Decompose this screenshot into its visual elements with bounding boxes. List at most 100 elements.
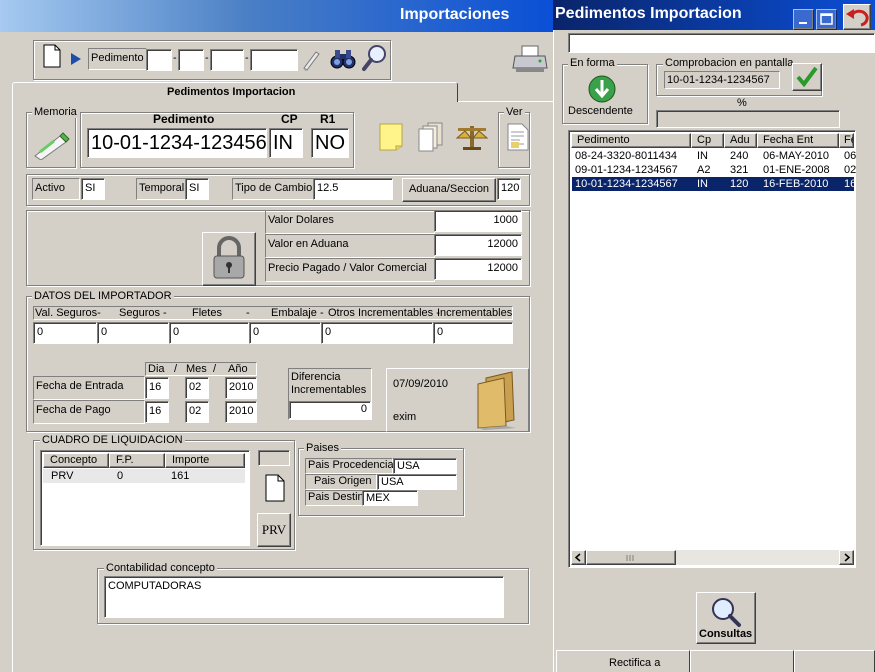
fletes-field[interactable]: 0 (169, 322, 249, 344)
list-header-label: Fe (844, 134, 853, 146)
list-cell: 16 (844, 178, 854, 190)
list-header-pedimento[interactable]: Pedimento (571, 133, 691, 148)
pais-procedencia-label: Pais Procedencia (305, 458, 394, 474)
paises-legend: Paises (304, 442, 342, 454)
descendente-label: Descendente (568, 105, 633, 117)
pais-origen-field[interactable]: USA (377, 474, 457, 490)
consultas-button[interactable]: Consultas (696, 592, 756, 644)
diferencia-field[interactable]: 0 (289, 401, 371, 419)
list-header-cp[interactable]: Cp (691, 133, 724, 148)
cp-field[interactable]: IN (269, 128, 303, 158)
report-icon[interactable] (506, 122, 530, 152)
user-display: exim (393, 411, 417, 423)
side-search-input[interactable] (568, 33, 875, 53)
padlock-icon[interactable] (202, 232, 256, 286)
scroll-right-button[interactable] (839, 550, 854, 565)
pais-procedencia-field[interactable]: USA (393, 458, 457, 474)
rectifica-tab[interactable]: Rectifica a (556, 650, 690, 672)
fecha-pago-mes[interactable]: 02 (185, 401, 209, 423)
fecha-entrada-anio[interactable]: 2010 (225, 377, 257, 399)
importador-legend: DATOS DEL IMPORTADOR (32, 290, 174, 302)
liq-header-fp[interactable]: F.P. (109, 453, 165, 468)
list-item[interactable]: 08-24-3320-8011434 IN 240 06-MAY-2010 06 (572, 149, 856, 163)
bottom-tab-3[interactable] (794, 650, 875, 672)
checkmark-button[interactable] (792, 63, 822, 91)
list-cell: 06-MAY-2010 (763, 150, 830, 162)
new-document-icon[interactable] (264, 474, 286, 502)
pais-origen-label: Pais Origen (305, 474, 377, 490)
aduana-field[interactable]: 120 (497, 178, 521, 200)
valor-dolares-field[interactable]: 1000 (434, 210, 522, 232)
list-header-label: Cp (697, 134, 712, 146)
magnifier-icon[interactable] (362, 44, 388, 72)
contabilidad-value: COMPUTADORAS (108, 580, 202, 592)
table-row[interactable]: PRV 0 161 (43, 469, 245, 483)
list-header-adu[interactable]: Adu (724, 133, 757, 148)
minimize-button[interactable] (793, 9, 814, 30)
toolbar-pedimento-label: Pedimento (88, 48, 147, 70)
ver-label: Ver (504, 106, 525, 118)
col-embalaje: Embalaje (271, 307, 317, 319)
toolbar-pedimento-part3[interactable] (210, 49, 244, 71)
temporal-field[interactable]: SI (185, 178, 209, 200)
fecha-pago-anio[interactable]: 2010 (225, 401, 257, 423)
fecha-entrada-dia[interactable]: 16 (145, 377, 169, 399)
bottom-tab-2[interactable] (690, 650, 794, 672)
folder-icon[interactable] (472, 370, 524, 430)
new-document-icon[interactable] (42, 44, 62, 68)
liq-header-importe[interactable]: Importe (165, 453, 245, 468)
play-arrow-icon[interactable] (70, 52, 82, 66)
fecha-entrada-mes[interactable]: 02 (185, 377, 209, 399)
pedimentos-list[interactable] (568, 130, 856, 568)
incrementables-field[interactable]: 0 (433, 322, 513, 344)
toolbar-separator: - (173, 52, 177, 64)
pais-destino-field[interactable]: MEX (362, 490, 418, 506)
memoria-label: Memoria (32, 106, 79, 118)
liq-small-field[interactable] (258, 450, 290, 466)
contabilidad-field[interactable]: COMPUTADORAS (104, 576, 504, 618)
liq-header-concepto[interactable]: Concepto (43, 453, 109, 468)
documents-icon[interactable] (416, 120, 446, 152)
activo-field[interactable]: SI (81, 178, 105, 200)
memory-stick-icon[interactable] (32, 130, 72, 161)
fecha-pago-dia[interactable]: 16 (145, 401, 169, 423)
otros-incrementables-field[interactable]: 0 (321, 322, 433, 344)
list-cell: 16-FEB-2010 (763, 178, 829, 190)
list-item-selected[interactable]: 10-01-1234-1234567 IN 120 16-FEB-2010 16 (572, 177, 854, 191)
valor-aduana-field[interactable]: 12000 (434, 234, 522, 256)
liq-header-label: Importe (172, 454, 210, 466)
aduana-seccion-button[interactable]: Aduana/Seccion (402, 178, 496, 202)
mes-label: Mes (186, 363, 207, 375)
scale-icon[interactable] (455, 120, 489, 152)
r1-title: R1 (320, 112, 336, 126)
binoculars-icon[interactable] (330, 46, 356, 70)
tipo-cambio-field[interactable]: 12.5 (313, 178, 393, 200)
maximize-button[interactable] (816, 9, 837, 30)
sticky-note-icon[interactable] (377, 120, 407, 152)
pedimento-field[interactable]: 10-01-1234-1234567 (87, 128, 267, 158)
eraser-icon[interactable] (300, 48, 322, 72)
toolbar-pedimento-part1[interactable] (146, 49, 172, 71)
embalaje-field[interactable]: 0 (249, 322, 321, 344)
printer-icon[interactable] (512, 44, 548, 74)
list-header-label: Fecha Ent (763, 134, 814, 146)
list-header-fe[interactable]: Fe (839, 133, 854, 148)
list-header-fecha-ent[interactable]: Fecha Ent (757, 133, 839, 148)
list-item[interactable]: 09-01-1234-1234567 A2 321 01-ENE-2008 02 (572, 163, 856, 177)
list-cell: 10-01-1234-1234567 (575, 178, 678, 190)
val-seguros-field[interactable]: 0 (33, 322, 97, 344)
seguros-field[interactable]: 0 (97, 322, 169, 344)
undo-icon[interactable] (843, 4, 871, 30)
scroll-thumb[interactable] (586, 550, 676, 565)
sort-descending-icon[interactable] (587, 74, 617, 104)
list-cell: 120 (730, 178, 749, 190)
dia-label: Dia (148, 363, 165, 375)
liq-cell-importe: 161 (171, 470, 190, 482)
prv-button[interactable]: PRV (257, 513, 291, 547)
toolbar-pedimento-part4[interactable] (250, 49, 298, 71)
r1-field[interactable]: NO (311, 128, 349, 158)
toolbar-pedimento-part2[interactable] (178, 49, 204, 71)
precio-pagado-field[interactable]: 12000 (434, 258, 522, 280)
scroll-left-button[interactable] (571, 550, 586, 565)
tab-pedimentos-importacion[interactable]: Pedimentos Importacion (12, 82, 458, 102)
